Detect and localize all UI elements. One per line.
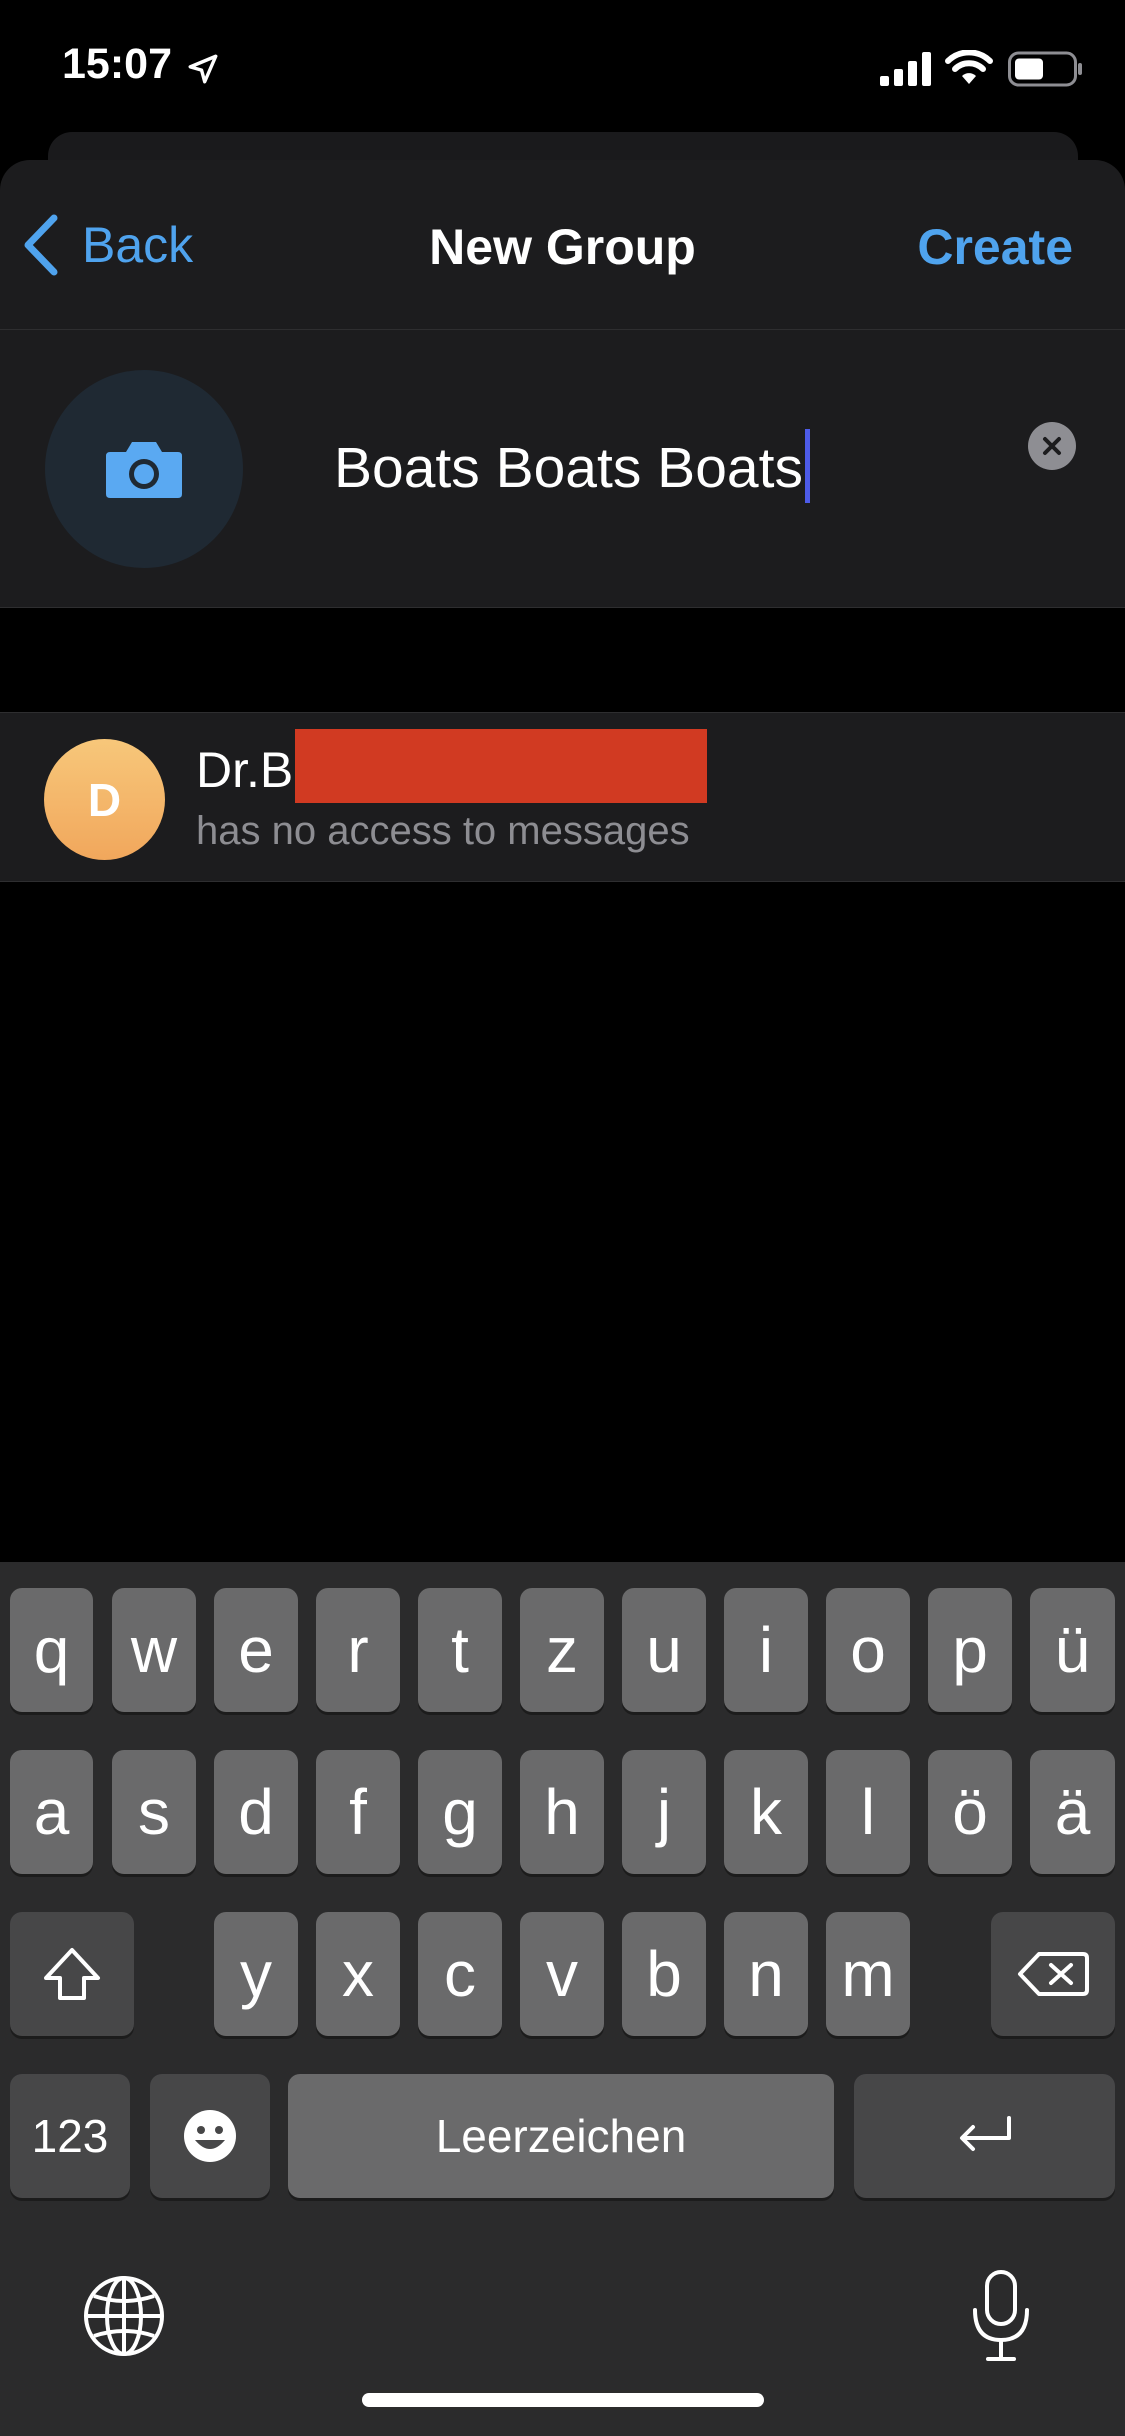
key-x[interactable]: x (316, 1912, 400, 2036)
member-list-item[interactable]: D Dr.B has no access to messages (0, 712, 1125, 882)
key-q[interactable]: q (10, 1588, 93, 1712)
key-g[interactable]: g (418, 1750, 502, 1874)
home-indicator[interactable] (362, 2393, 764, 2407)
key-z[interactable]: z (520, 1588, 604, 1712)
wifi-icon (945, 50, 993, 84)
navigation-bar: Back New Group Create (0, 160, 1125, 330)
key-m[interactable]: m (826, 1912, 910, 2036)
globe-button[interactable] (82, 2274, 166, 2358)
set-photo-button[interactable] (45, 370, 243, 568)
shift-icon (44, 1948, 100, 2000)
dictation-button[interactable] (968, 2268, 1034, 2364)
key-b[interactable]: b (622, 1912, 706, 2036)
key-oe[interactable]: ö (928, 1750, 1012, 1874)
camera-icon (106, 442, 182, 498)
group-name-value: Boats Boats Boats (334, 436, 803, 501)
keyboard: q w e r t z u i o p ü a s d f g h j k l … (0, 1562, 1125, 2436)
key-c[interactable]: c (418, 1912, 502, 2036)
member-status: has no access to messages (196, 809, 690, 853)
clear-text-button[interactable] (1028, 422, 1076, 470)
key-r[interactable]: r (316, 1588, 400, 1712)
signal-icon (880, 52, 931, 86)
return-key[interactable] (854, 2074, 1115, 2198)
key-t[interactable]: t (418, 1588, 502, 1712)
numbers-key[interactable]: 123 (10, 2074, 130, 2198)
key-u[interactable]: u (622, 1588, 706, 1712)
battery-icon (1008, 51, 1082, 87)
shift-key[interactable] (10, 1912, 134, 2036)
status-time: 15:07 (62, 40, 172, 88)
location-arrow-icon (188, 54, 218, 84)
group-name-row: Boats Boats Boats (0, 330, 1125, 608)
key-n[interactable]: n (724, 1912, 808, 2036)
key-i[interactable]: i (724, 1588, 808, 1712)
microphone-icon (973, 2270, 1029, 2361)
create-button[interactable]: Create (917, 218, 1073, 276)
close-icon (1043, 437, 1061, 455)
key-j[interactable]: j (622, 1750, 706, 1874)
key-f[interactable]: f (316, 1750, 400, 1874)
text-caret (804, 429, 810, 503)
key-y[interactable]: y (214, 1912, 298, 2036)
member-name: Dr.B (196, 742, 294, 798)
key-e[interactable]: e (214, 1588, 298, 1712)
avatar: D (44, 739, 165, 860)
key-s[interactable]: s (112, 1750, 196, 1874)
space-key[interactable]: Leerzeichen (288, 2074, 834, 2198)
key-ae[interactable]: ä (1030, 1750, 1115, 1874)
key-d[interactable]: d (214, 1750, 298, 1874)
key-w[interactable]: w (112, 1588, 196, 1712)
key-l[interactable]: l (826, 1750, 910, 1874)
backspace-key[interactable] (991, 1912, 1115, 2036)
group-name-input[interactable]: Boats Boats Boats (334, 429, 810, 509)
key-h[interactable]: h (520, 1750, 604, 1874)
key-ue[interactable]: ü (1030, 1588, 1115, 1712)
key-o[interactable]: o (826, 1588, 910, 1712)
globe-icon (84, 2276, 164, 2356)
key-k[interactable]: k (724, 1750, 808, 1874)
redaction-block (295, 729, 707, 803)
emoji-key[interactable] (150, 2074, 270, 2198)
key-v[interactable]: v (520, 1912, 604, 2036)
key-a[interactable]: a (10, 1750, 93, 1874)
key-p[interactable]: p (928, 1588, 1012, 1712)
return-icon (959, 2116, 1011, 2151)
backspace-icon (1018, 1952, 1089, 1996)
emoji-icon (184, 2110, 236, 2162)
